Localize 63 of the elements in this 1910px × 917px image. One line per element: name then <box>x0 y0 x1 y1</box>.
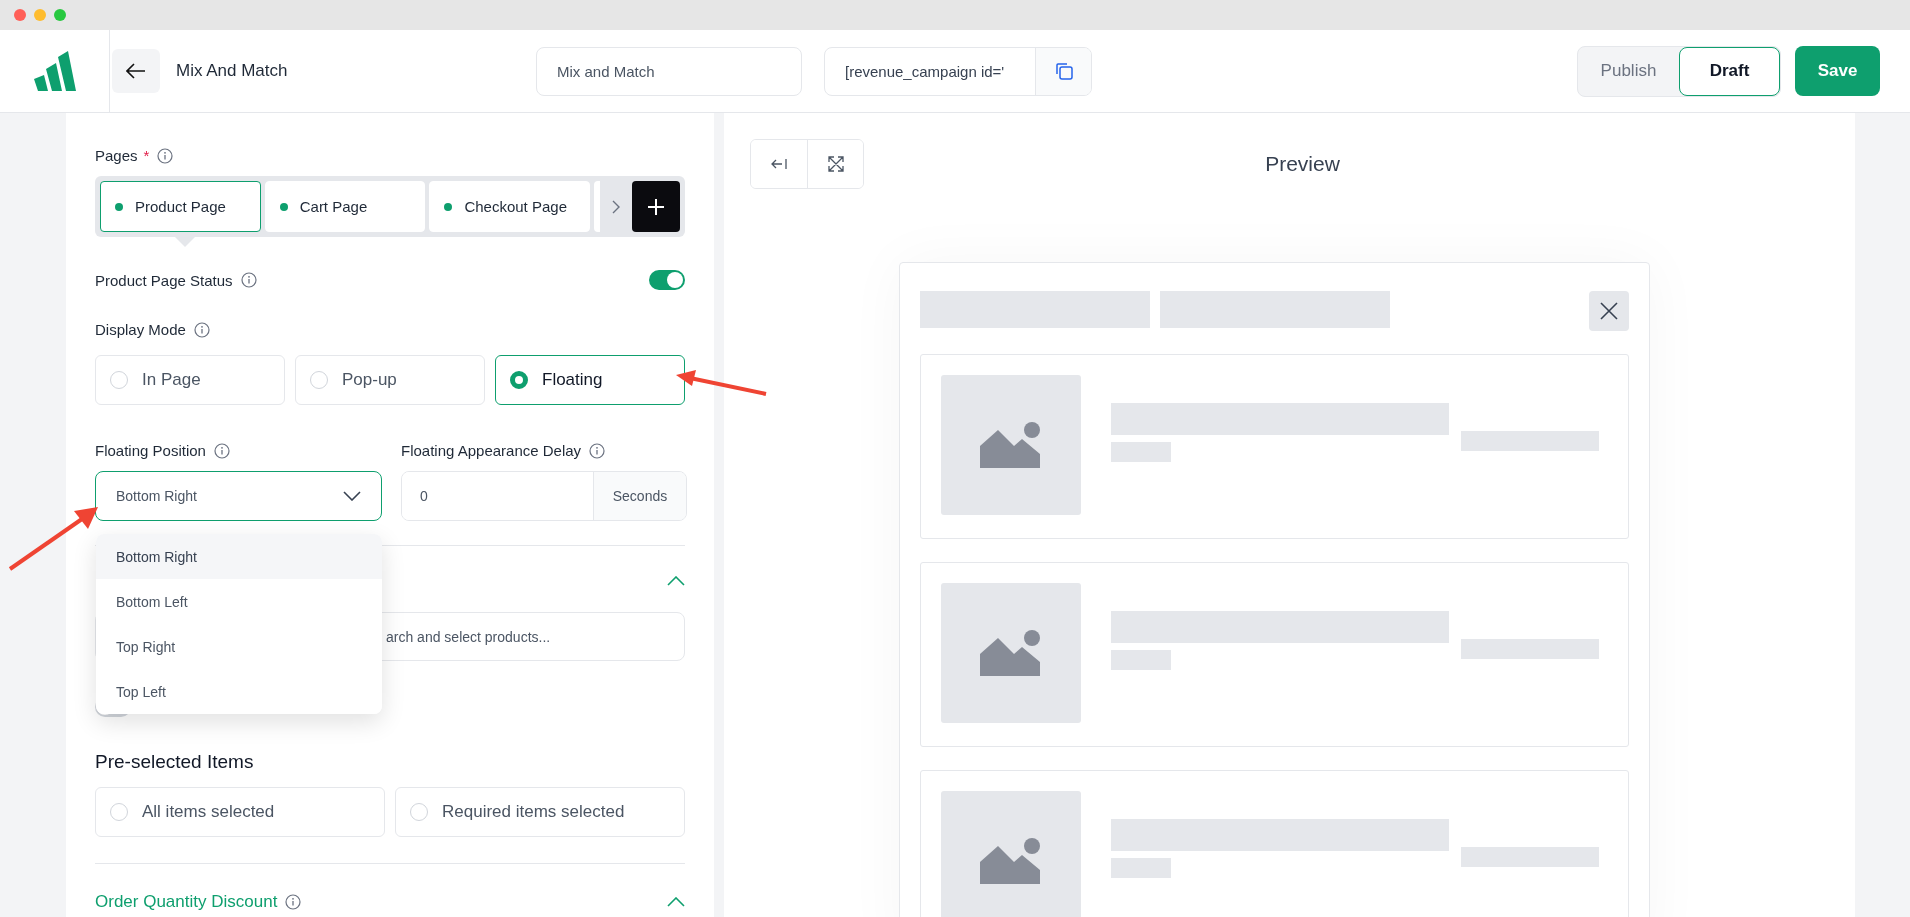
status-dot <box>444 202 453 211</box>
info-icon[interactable] <box>213 442 230 459</box>
status-toggle-button[interactable]: Publish <box>1578 46 1679 96</box>
copy-icon <box>1053 61 1074 81</box>
logo-icon <box>31 51 78 91</box>
delay-input-group[interactable]: 0 Seconds <box>401 471 687 521</box>
skeleton-bar <box>1111 442 1171 462</box>
skeleton-bar <box>1111 650 1171 670</box>
back-button[interactable] <box>112 49 160 93</box>
display-mode-option[interactable]: Floating <box>495 355 685 405</box>
info-icon[interactable] <box>193 321 210 338</box>
image-icon <box>980 630 1042 676</box>
preselect-option[interactable]: All items selected <box>95 787 385 837</box>
campaign-name-field[interactable]: Mix and Match <box>536 46 802 96</box>
section-heading: Pre-selected Items <box>95 751 255 773</box>
minimize-window-dot[interactable] <box>34 9 46 21</box>
image-icon <box>980 838 1042 884</box>
chevron-up-icon[interactable] <box>667 897 685 907</box>
page-title: Mix And Match <box>176 61 289 81</box>
preselect-option[interactable]: Required items selected <box>395 787 685 837</box>
dropdown-option[interactable]: Bottom Right <box>96 534 382 579</box>
status-toggle-button[interactable]: Draft <box>1679 46 1780 96</box>
arrow-left-icon <box>126 63 146 79</box>
display-mode-label: Display Mode <box>95 321 186 338</box>
maximize-window-dot[interactable] <box>54 9 66 21</box>
shortcode-field[interactable]: [revenue_campaign id=' <box>824 46 1092 96</box>
display-mode-option[interactable]: Pop-up <box>295 355 485 405</box>
fullscreen-button[interactable] <box>807 140 863 188</box>
display-mode-option[interactable]: In Page <box>95 355 285 405</box>
page-tab[interactable]: Cart Page <box>264 181 426 232</box>
chevron-right-icon <box>611 199 620 214</box>
close-window-dot[interactable] <box>14 9 26 21</box>
delay-label: Floating Appearance Delay <box>401 442 582 459</box>
page-tab[interactable]: Product Page <box>100 181 261 232</box>
copy-button[interactable] <box>1035 47 1091 95</box>
dropdown-option[interactable]: Top Right <box>96 624 382 669</box>
required-mark: * <box>143 147 150 164</box>
status-dot <box>115 202 123 211</box>
arrow-left-icon <box>770 157 788 171</box>
dropdown-option[interactable]: Bottom Left <box>96 579 382 624</box>
image-icon <box>980 422 1042 468</box>
close-button[interactable] <box>1589 291 1629 331</box>
status-label: Product Page Status <box>95 271 233 289</box>
pages-label: Pages <box>95 147 138 164</box>
info-icon[interactable] <box>240 272 257 288</box>
skeleton-bar <box>1111 858 1171 878</box>
add-page-button[interactable] <box>631 181 680 232</box>
floating-position-select[interactable]: Bottom Right <box>95 471 382 521</box>
close-icon <box>1600 302 1618 320</box>
chevron-up-icon[interactable] <box>667 576 685 586</box>
status-dot <box>279 202 288 211</box>
unit-label: Seconds <box>593 472 686 520</box>
status-toggle[interactable] <box>649 270 685 290</box>
preview-title: Preview <box>1265 152 1340 176</box>
info-icon[interactable] <box>589 442 606 459</box>
dropdown-option[interactable]: Top Left <box>96 669 382 714</box>
plus-icon <box>646 197 665 216</box>
expand-icon <box>826 155 845 173</box>
info-icon[interactable] <box>157 147 174 164</box>
info-icon[interactable] <box>285 894 302 910</box>
floating-position-label: Floating Position <box>95 442 206 459</box>
page-tab[interactable]: Checkout Page <box>429 181 591 232</box>
chevron-down-icon[interactable] <box>343 491 361 501</box>
